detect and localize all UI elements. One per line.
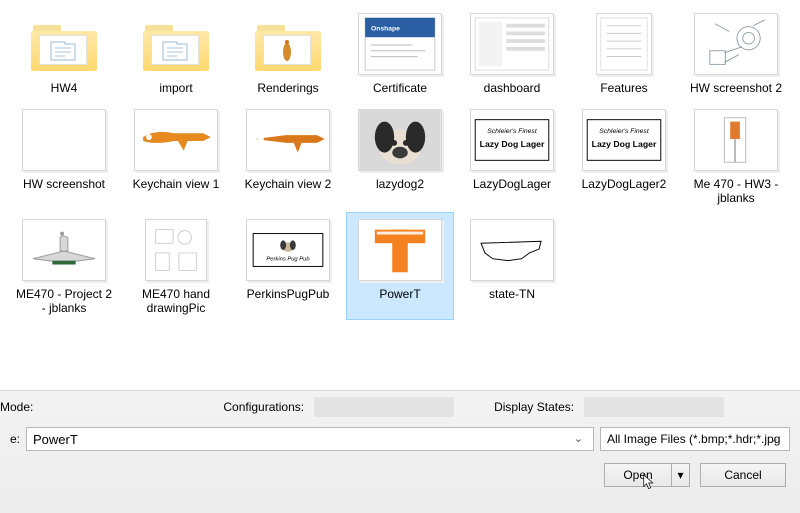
svg-text:Lazy Dog Lager: Lazy Dog Lager <box>480 139 545 149</box>
filter-value: All Image Files (*.bmp;*.hdr;*.jpg <box>601 432 786 446</box>
file-thumbnail: Perkins Pug Pub <box>244 217 332 283</box>
file-thumbnail <box>468 11 556 77</box>
file-label: LazyDogLager2 <box>582 177 667 191</box>
file-item[interactable]: Renderings <box>234 6 342 100</box>
file-item[interactable]: Onshape Certificate <box>346 6 454 100</box>
file-thumbnail: Onshape <box>356 11 444 77</box>
cancel-button[interactable]: Cancel <box>700 463 786 487</box>
file-item[interactable]: ME470 - Project 2 - jblanks <box>10 212 118 320</box>
file-item[interactable]: import <box>122 6 230 100</box>
svg-text:Schleier's Finest: Schleier's Finest <box>599 128 650 135</box>
configurations-dropdown[interactable] <box>314 397 454 417</box>
filename-label-suffix: e: <box>10 432 20 446</box>
svg-text:Schleier's Finest: Schleier's Finest <box>487 128 538 135</box>
filename-chevron-icon[interactable]: ⌄ <box>568 432 589 445</box>
file-label: HW4 <box>51 81 78 95</box>
file-label: PerkinsPugPub <box>247 287 330 301</box>
svg-text:Onshape: Onshape <box>371 25 400 32</box>
file-list-area[interactable]: HW4 import Renderings Onshape Certificate das… <box>0 0 800 390</box>
file-label: lazydog2 <box>376 177 424 191</box>
configurations-label: Configurations: <box>223 400 304 414</box>
file-thumbnail <box>356 107 444 173</box>
file-label: Keychain view 2 <box>245 177 332 191</box>
file-item[interactable]: Schleier's Finest Lazy Dog Lager LazyDogLa… <box>458 102 566 210</box>
file-label: HW screenshot <box>23 177 105 191</box>
file-thumbnail <box>132 217 220 283</box>
file-item[interactable]: Perkins Pug Pub PerkinsPugPub <box>234 212 342 320</box>
file-label: Renderings <box>257 81 318 95</box>
file-item[interactable]: Keychain view 2 <box>234 102 342 210</box>
file-item[interactable]: Features <box>570 6 678 100</box>
file-label: HW screenshot 2 <box>690 81 782 95</box>
file-item[interactable]: lazydog2 <box>346 102 454 210</box>
file-thumbnail <box>20 107 108 173</box>
file-thumbnail <box>132 11 220 77</box>
file-label: import <box>159 81 192 95</box>
svg-text:Lazy Dog Lager: Lazy Dog Lager <box>592 139 657 149</box>
open-button-label: Open <box>623 468 652 482</box>
file-item[interactable]: PowerT <box>346 212 454 320</box>
open-button[interactable]: Open ▾ <box>604 463 690 487</box>
file-item[interactable]: ME470 hand drawingPic <box>122 212 230 320</box>
display-states-label: Display States: <box>494 400 574 414</box>
file-label: Me 470 - HW3 - jblanks <box>685 177 787 205</box>
file-thumbnail <box>20 217 108 283</box>
file-item[interactable]: HW screenshot <box>10 102 118 210</box>
file-thumbnail <box>692 107 780 173</box>
file-item[interactable]: HW screenshot 2 <box>682 6 790 100</box>
buttons-row: Open ▾ Cancel <box>0 461 790 487</box>
filename-row: e: PowerT ⌄ All Image Files (*.bmp;*.hdr… <box>0 427 790 451</box>
file-thumbnail: Schleier's Finest Lazy Dog Lager <box>468 107 556 173</box>
dialog-bottom-bar: Mode: Configurations: Display States: e:… <box>0 390 800 513</box>
file-label: ME470 - Project 2 - jblanks <box>13 287 115 315</box>
options-row: Mode: Configurations: Display States: <box>0 397 790 417</box>
file-item[interactable]: HW4 <box>10 6 118 100</box>
file-type-filter[interactable]: All Image Files (*.bmp;*.hdr;*.jpg ⌄ <box>600 427 790 451</box>
cancel-button-label: Cancel <box>724 468 761 482</box>
file-item[interactable]: dashboard <box>458 6 566 100</box>
file-label: Keychain view 1 <box>133 177 220 191</box>
mode-label: Mode: <box>0 400 33 414</box>
file-label: ME470 hand drawingPic <box>125 287 227 315</box>
file-thumbnail <box>580 11 668 77</box>
file-item[interactable]: Keychain view 1 <box>122 102 230 210</box>
file-thumbnail <box>20 11 108 77</box>
file-thumbnail <box>692 11 780 77</box>
file-thumbnail <box>244 11 332 77</box>
filter-chevron-icon[interactable]: ⌄ <box>764 432 785 445</box>
file-label: dashboard <box>484 81 541 95</box>
file-thumbnail <box>356 217 444 283</box>
file-thumbnail <box>468 217 556 283</box>
file-label: state-TN <box>489 287 535 301</box>
filename-value: PowerT <box>27 432 84 447</box>
file-item[interactable]: Schleier's Finest Lazy Dog Lager LazyDogLa… <box>570 102 678 210</box>
file-thumbnail <box>132 107 220 173</box>
file-label: PowerT <box>379 287 420 301</box>
file-thumbnail: Schleier's Finest Lazy Dog Lager <box>580 107 668 173</box>
file-label: Certificate <box>373 81 427 95</box>
file-thumbnail <box>244 107 332 173</box>
display-states-dropdown[interactable] <box>584 397 724 417</box>
file-label: Features <box>600 81 647 95</box>
file-label: LazyDogLager <box>473 177 551 191</box>
file-item[interactable]: state-TN <box>458 212 566 320</box>
svg-text:Perkins Pug Pub: Perkins Pug Pub <box>266 257 310 263</box>
file-item[interactable]: Me 470 - HW3 - jblanks <box>682 102 790 210</box>
filename-input[interactable]: PowerT ⌄ <box>26 427 594 451</box>
open-button-dropdown[interactable]: ▾ <box>671 464 689 486</box>
